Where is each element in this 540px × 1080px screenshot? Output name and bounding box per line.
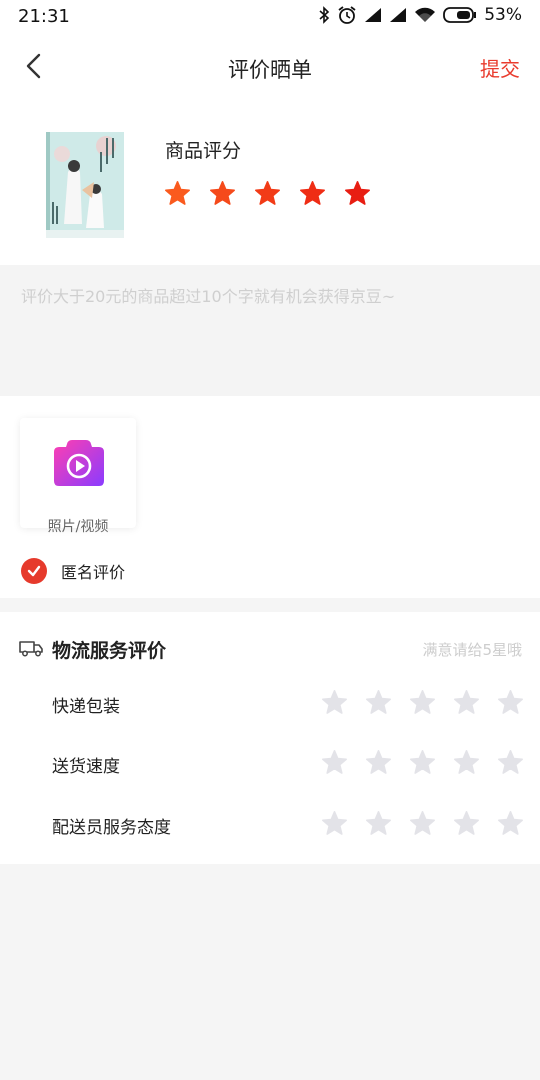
review-text-area[interactable]: 评价大于20元的商品超过10个字就有机会获得京豆~ xyxy=(0,265,540,396)
logistics-rating-section: 物流服务评价 满意请给5星哦 快递包装 送货速度 配送员服务态度 xyxy=(0,612,540,864)
logistics-row-courier-attitude: 配送员服务态度 xyxy=(0,805,540,845)
star-icon[interactable] xyxy=(497,810,524,837)
delivery-truck-icon xyxy=(19,641,43,657)
camera-video-icon xyxy=(54,440,104,486)
checkmark-icon xyxy=(21,558,47,584)
upload-media-label: 照片/视频 xyxy=(47,519,109,535)
anonymous-review-label: 匿名评价 xyxy=(61,563,126,582)
product-rating-label: 商品评分 xyxy=(165,140,242,162)
logistics-row-label: 快递包装 xyxy=(52,697,120,717)
logistics-title: 物流服务评价 xyxy=(52,640,167,662)
anonymous-review-toggle[interactable]: 匿名评价 xyxy=(21,558,125,584)
star-icon[interactable] xyxy=(497,689,524,716)
alarm-icon xyxy=(338,6,356,24)
logistics-row-stars[interactable] xyxy=(321,689,524,716)
star-icon[interactable] xyxy=(254,180,281,207)
star-icon[interactable] xyxy=(453,810,480,837)
logistics-row-packaging: 快递包装 xyxy=(0,684,540,724)
star-icon[interactable] xyxy=(209,180,236,207)
star-icon[interactable] xyxy=(409,810,436,837)
bluetooth-icon xyxy=(319,6,330,24)
logistics-row-label: 配送员服务态度 xyxy=(52,818,171,838)
product-thumbnail[interactable] xyxy=(46,132,124,238)
star-icon[interactable] xyxy=(409,689,436,716)
product-rating-section: 商品评分 xyxy=(0,100,540,265)
page-title: 评价晒单 xyxy=(228,58,312,82)
status-icons: 53% xyxy=(318,5,522,25)
logistics-row-stars[interactable] xyxy=(321,749,524,776)
star-icon[interactable] xyxy=(453,689,480,716)
signal-icon xyxy=(365,8,382,22)
wifi-icon xyxy=(415,7,436,22)
star-icon[interactable] xyxy=(321,749,348,776)
star-icon[interactable] xyxy=(497,749,524,776)
logistics-hint: 满意请给5星哦 xyxy=(422,641,522,659)
battery-percent: 53% xyxy=(484,5,522,25)
star-icon[interactable] xyxy=(365,689,392,716)
logistics-row-label: 送货速度 xyxy=(52,757,120,777)
submit-button[interactable]: 提交 xyxy=(480,53,520,82)
logistics-row-speed: 送货速度 xyxy=(0,744,540,784)
product-rating-stars[interactable] xyxy=(164,180,371,207)
upload-media-button[interactable]: 照片/视频 xyxy=(20,418,136,535)
media-section: 照片/视频 匿名评价 xyxy=(0,396,540,598)
star-icon[interactable] xyxy=(164,180,191,207)
star-icon[interactable] xyxy=(299,180,326,207)
star-icon[interactable] xyxy=(365,749,392,776)
logistics-row-stars[interactable] xyxy=(321,810,524,837)
signal-icon xyxy=(390,8,407,22)
star-icon[interactable] xyxy=(409,749,436,776)
star-icon[interactable] xyxy=(365,810,392,837)
star-icon[interactable] xyxy=(321,810,348,837)
star-icon[interactable] xyxy=(321,689,348,716)
nav-bar: 评价晒单 提交 xyxy=(0,34,540,100)
star-icon[interactable] xyxy=(453,749,480,776)
status-time: 21:31 xyxy=(18,6,70,27)
status-bar: 21:31 53% xyxy=(0,0,540,34)
review-placeholder: 评价大于20元的商品超过10个字就有机会获得京豆~ xyxy=(21,287,396,306)
star-icon[interactable] xyxy=(344,180,371,207)
battery-icon xyxy=(443,7,477,23)
